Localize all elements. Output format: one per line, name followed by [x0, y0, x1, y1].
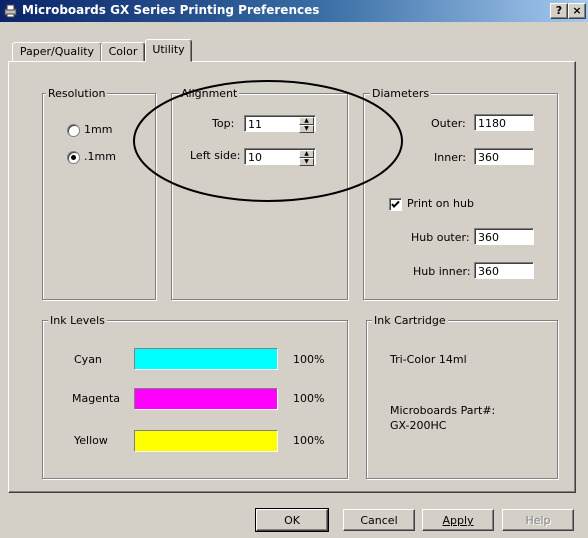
cyan-label: Cyan [74, 353, 102, 366]
part-number-label: Microboards Part#: [390, 404, 496, 417]
diameters-legend: Diameters [370, 87, 432, 100]
tab-color[interactable]: Color [101, 42, 145, 62]
outer-label: Outer: [431, 117, 466, 130]
magenta-level-fill [135, 389, 277, 409]
radio-1mm[interactable] [67, 124, 80, 137]
print-on-hub-label[interactable]: Print on hub [407, 197, 474, 211]
part-number-value: GX-200HC [390, 419, 447, 432]
top-label: Top: [212, 117, 235, 130]
ok-button[interactable]: OK [255, 508, 329, 532]
inner-label: Inner: [434, 151, 466, 164]
ink-cartridge-group [366, 320, 558, 479]
printer-icon [4, 4, 17, 18]
ink-levels-legend: Ink Levels [48, 314, 107, 327]
spin-up-icon[interactable]: ▲ [299, 150, 314, 158]
hub-inner-label: Hub inner: [413, 265, 471, 278]
radio-0.1mm-label[interactable]: .1mm [84, 150, 116, 164]
hub-inner-field[interactable]: 360 [474, 262, 534, 279]
top-field[interactable]: 11 ▲ ▼ [244, 115, 316, 133]
cyan-percent: 100% [293, 353, 325, 366]
radio-0.1mm[interactable] [67, 151, 80, 164]
cyan-level-bar [134, 348, 278, 370]
alignment-legend: Alignment [179, 87, 240, 100]
apply-button[interactable]: Apply [422, 509, 494, 531]
cartridge-type: Tri-Color 14ml [390, 353, 467, 366]
tab-utility[interactable]: Utility [145, 39, 192, 62]
magenta-percent: 100% [293, 392, 325, 405]
left-side-label: Left side: [190, 149, 241, 162]
top-spinner[interactable]: ▲ ▼ [299, 117, 314, 133]
help-button[interactable]: Help [502, 509, 574, 531]
ink-cartridge-legend: Ink Cartridge [372, 314, 448, 327]
outer-field[interactable]: 1180 [474, 114, 534, 131]
title-bar[interactable]: Microboards GX Series Printing Preferenc… [0, 0, 588, 22]
close-button[interactable]: × [568, 3, 586, 19]
window-title: Microboards GX Series Printing Preferenc… [22, 3, 320, 17]
hub-outer-label: Hub outer: [411, 231, 470, 244]
resolution-legend: Resolution [46, 87, 108, 100]
hub-outer-field[interactable]: 360 [474, 228, 534, 245]
yellow-level-bar [134, 430, 278, 452]
checkmark-icon [391, 200, 400, 208]
help-caption-button[interactable]: ? [550, 3, 568, 19]
yellow-percent: 100% [293, 434, 325, 447]
radio-1mm-label[interactable]: 1mm [84, 123, 112, 137]
print-on-hub-checkbox[interactable] [389, 198, 402, 211]
left-side-field[interactable]: 10 ▲ ▼ [244, 148, 316, 166]
spin-down-icon[interactable]: ▼ [299, 125, 314, 133]
tab-paper-quality[interactable]: Paper/Quality [12, 42, 102, 62]
cyan-level-fill [135, 349, 277, 369]
cancel-button[interactable]: Cancel [343, 509, 415, 531]
magenta-label: Magenta [72, 392, 121, 405]
spin-down-icon[interactable]: ▼ [299, 158, 314, 166]
left-side-spinner[interactable]: ▲ ▼ [299, 150, 314, 166]
yellow-level-fill [135, 431, 277, 451]
yellow-label: Yellow [74, 434, 108, 447]
left-side-value[interactable]: 10 [248, 151, 262, 164]
magenta-level-bar [134, 388, 278, 410]
spin-up-icon[interactable]: ▲ [299, 117, 314, 125]
top-value[interactable]: 11 [248, 118, 262, 131]
inner-field[interactable]: 360 [474, 148, 534, 165]
